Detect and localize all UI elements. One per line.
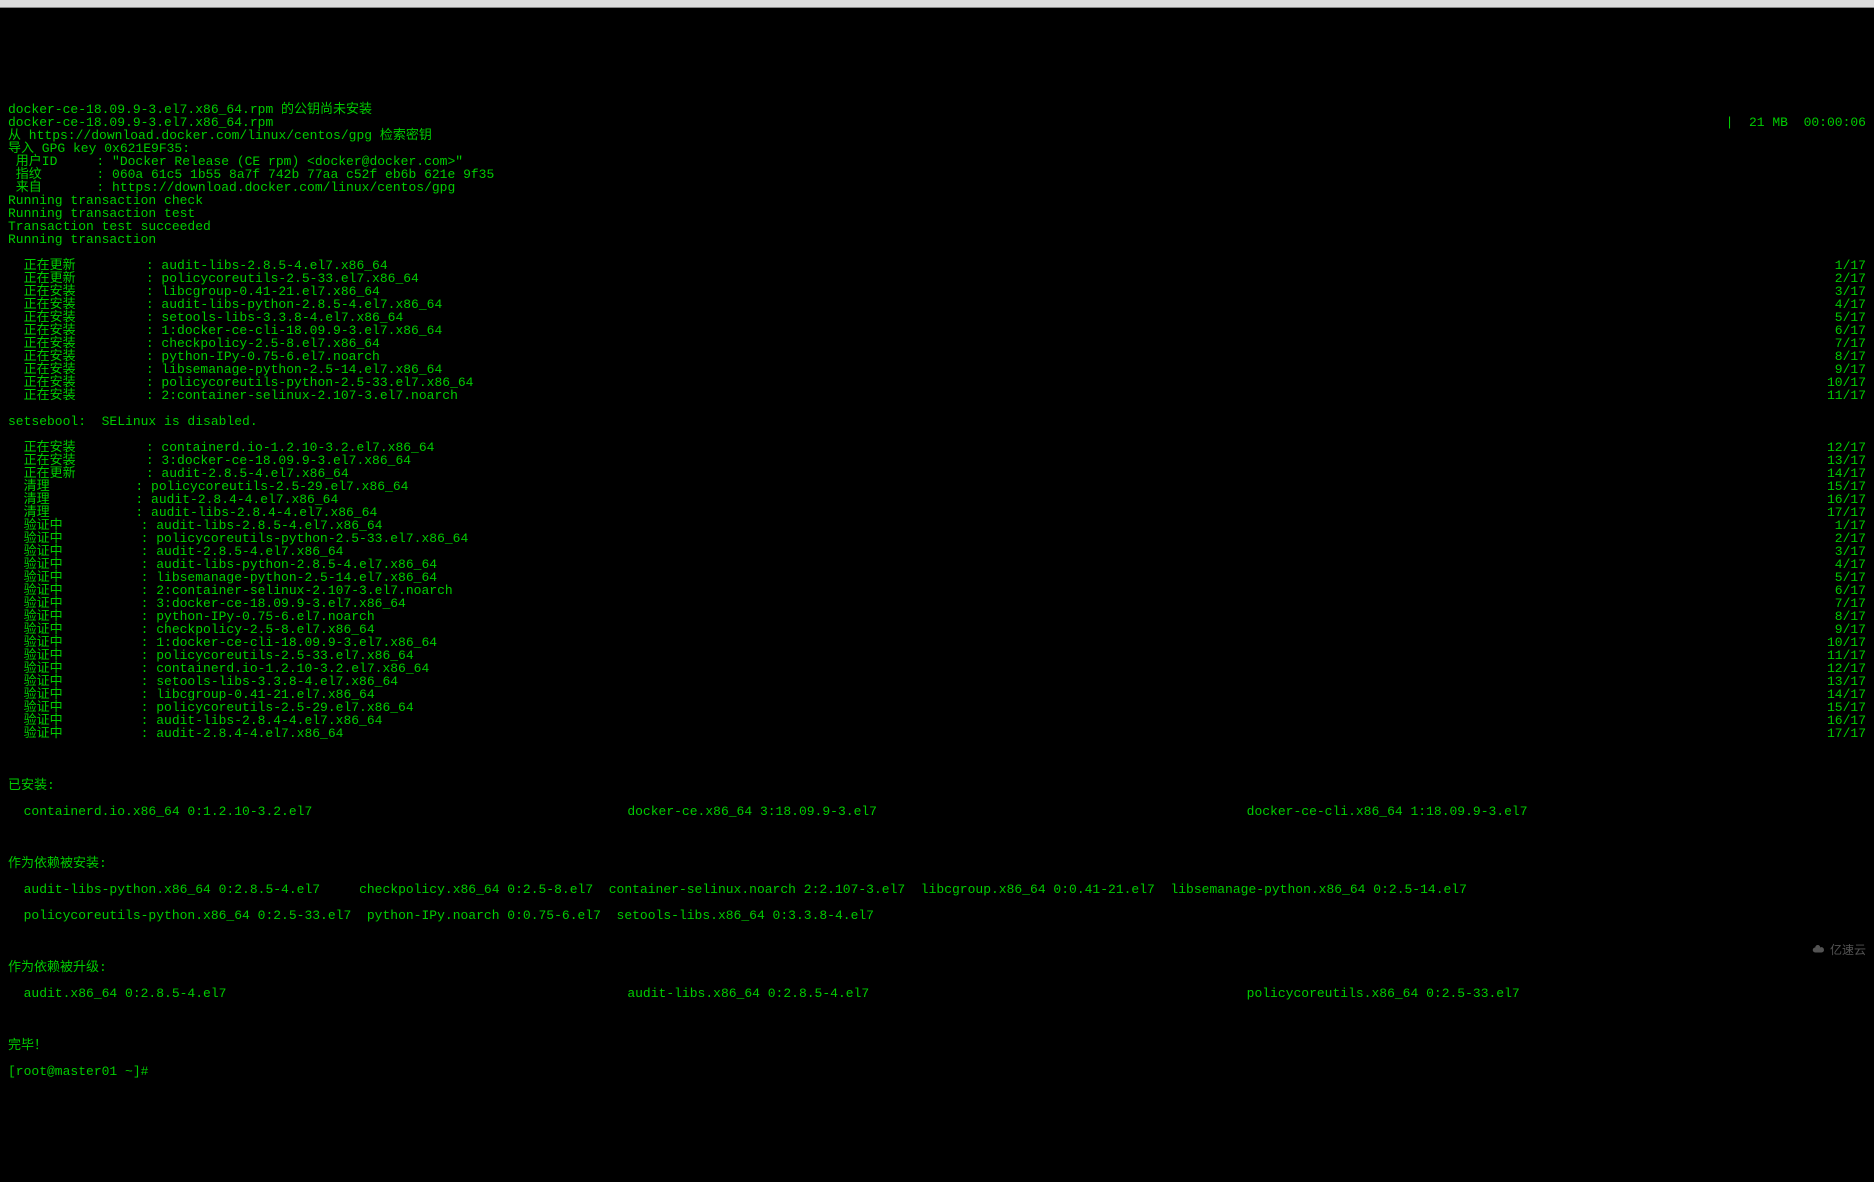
output-line: Running transaction test: [8, 207, 1866, 220]
deps-list-row1: audit-libs-python.x86_64 0:2.8.5-4.el7 c…: [8, 883, 1866, 896]
transaction-step: 验证中 : audit-2.8.4-4.el7.x86_6417/17: [8, 727, 1866, 740]
output-line: 来自 : https://download.docker.com/linux/c…: [8, 181, 1866, 194]
watermark: 亿速云: [1811, 944, 1866, 956]
upgraded-list: audit.x86_64 0:2.8.5-4.el7 audit-libs.x8…: [8, 987, 1866, 1000]
output-line: Transaction test succeeded: [8, 220, 1866, 233]
installed-list: containerd.io.x86_64 0:1.2.10-3.2.el7 do…: [8, 805, 1866, 818]
terminal-output[interactable]: docker-ce-18.09.9-3.el7.x86_64.rpm 的公钥尚未…: [8, 90, 1866, 1091]
cloud-icon: [1811, 945, 1827, 955]
output-line: docker-ce-18.09.9-3.el7.x86_64.rpm 的公钥尚未…: [8, 103, 1866, 116]
shell-prompt[interactable]: [root@master01 ~]#: [8, 1065, 1866, 1078]
deps-installed-header: 作为依赖被安装:: [8, 857, 1866, 870]
output-line: 从 https://download.docker.com/linux/cent…: [8, 129, 1866, 142]
selinux-warning: setsebool: SELinux is disabled.: [8, 415, 1866, 428]
deps-upgraded-header: 作为依赖被升级:: [8, 961, 1866, 974]
complete-line: 完毕！: [8, 1039, 1866, 1052]
output-line: Running transaction check: [8, 194, 1866, 207]
installed-header: 已安装:: [8, 779, 1866, 792]
window-titlebar-fragment: [0, 0, 1874, 8]
deps-list-row2: policycoreutils-python.x86_64 0:2.5-33.e…: [8, 909, 1866, 922]
output-line: Running transaction: [8, 233, 1866, 246]
transaction-step: 正在安装 : 2:container-selinux-2.107-3.el7.n…: [8, 389, 1866, 402]
